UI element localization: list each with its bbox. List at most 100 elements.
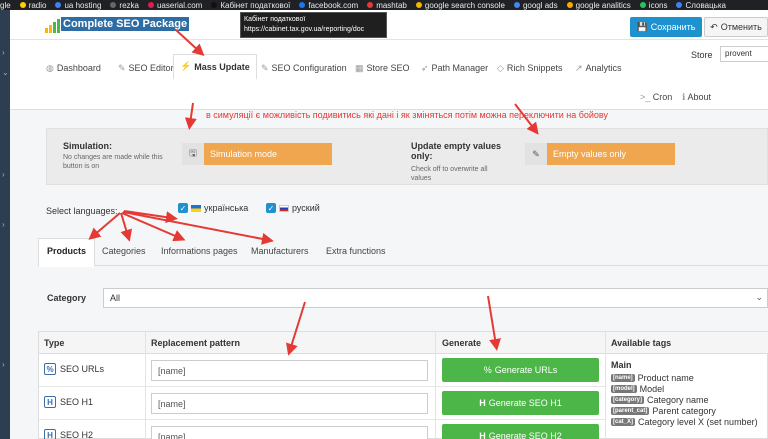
nav-mass-update[interactable]: ⚡ Mass Update [173, 54, 257, 80]
bookmarks-bar: gle radio ua hosting rezka uaserial.com Кабін… [0, 0, 768, 10]
tag-desc: Category level X (set number) [638, 416, 758, 427]
tag-line: [name] Product name [611, 372, 767, 383]
row-type: H SEO H2 [44, 429, 93, 439]
row-type: % SEO URLs [44, 363, 104, 375]
simulation-mode-button[interactable]: 🖫 Simulation mode [182, 143, 332, 165]
bookmark-label: facebook.com [308, 0, 359, 10]
empty-values-label: Update empty values only: [411, 141, 502, 161]
generate-urls-button[interactable]: % Generate URLs [442, 358, 599, 382]
sidebar-chevron-icon[interactable]: ⌄ [2, 68, 9, 77]
bookmark-icon [299, 2, 306, 8]
nav-path-manager[interactable]: ➶ Path Manager [421, 58, 488, 78]
nav-label: Mass Update [194, 61, 250, 72]
category-select[interactable]: All ⌄ [103, 288, 768, 308]
nav-label: Rich Snippets [506, 63, 563, 73]
bookmark-item[interactable]: ua hosting [55, 1, 101, 10]
pattern-input[interactable]: [name] [151, 360, 428, 381]
bookmark-label: Кабінет податкової [220, 0, 291, 10]
nav-seo-editor[interactable]: ✎ SEO Editor [118, 58, 174, 78]
percent-icon: % [44, 363, 56, 375]
bookmark-item[interactable]: icons [639, 0, 668, 10]
sidebar-chevron-icon[interactable]: › [2, 360, 5, 369]
tab-products[interactable]: Products [38, 238, 96, 267]
column-header: Generate [442, 338, 482, 348]
column-divider [605, 332, 606, 439]
nav-label: SEO Editor [128, 63, 174, 73]
tag-desc: Category name [647, 394, 709, 405]
tab-extra-functions[interactable]: Extra functions [326, 246, 386, 256]
bookmark-icon [513, 2, 520, 8]
bookmark-item[interactable]: Кабінет податкової [211, 1, 290, 10]
bookmark-item[interactable]: google search console [415, 1, 505, 10]
tag-badge: [name] [611, 373, 635, 382]
sidebar-chevron-icon[interactable]: › [2, 220, 5, 229]
column-header: Available tags [611, 338, 672, 348]
bookmark-label: gle [0, 0, 11, 10]
tab-information-pages[interactable]: Informations pages [161, 246, 238, 256]
browser-tooltip: Кабінет податкової https://cabinet.tax.g… [240, 12, 387, 38]
generate-h2-button[interactable]: H Generate SEO H2 [442, 424, 599, 439]
chevron-down-icon: ⌄ [755, 292, 763, 302]
nav-dashboard[interactable]: ◍ Dashboard [46, 58, 101, 78]
bookmark-item[interactable]: google analitics [566, 0, 631, 10]
language-name: руский [292, 203, 320, 213]
tag-line: [parent_cat] Parent category [611, 405, 767, 416]
sidebar-chevron-icon[interactable]: › [2, 170, 5, 179]
checkbox-icon: ✓ [178, 203, 188, 213]
flag-ru-icon [279, 204, 289, 212]
bookmark-item[interactable]: mashtab [367, 1, 407, 10]
bookmark-item[interactable]: rezka [110, 1, 139, 10]
heading-icon: H [479, 398, 486, 408]
bookmark-item[interactable]: Словацька [676, 1, 726, 10]
tags-group-title: Main [611, 360, 632, 370]
bookmark-icon [566, 2, 573, 8]
nav-label: Store SEO [366, 63, 410, 73]
tab-categories[interactable]: Categories [102, 246, 146, 256]
bookmark-label: google analitics [575, 0, 631, 10]
nav-cron[interactable]: >_ Cron [640, 92, 672, 102]
annotation-note: в симуляції є можливість подивитись які … [206, 110, 608, 120]
nav-label: Dashboard [56, 63, 101, 73]
nav-about[interactable]: ℹ About [682, 92, 711, 103]
bolt-icon: ⚡ [180, 61, 192, 71]
bookmark-icon [639, 2, 646, 8]
row-type: H SEO H1 [44, 396, 93, 408]
checkbox-icon: ✓ [266, 203, 276, 213]
empty-values-button[interactable]: ✎ Empty values only [525, 143, 675, 165]
tab-manufacturers[interactable]: Manufacturers [251, 246, 309, 256]
bookmark-label: ua hosting [64, 0, 102, 10]
nav-label: About [687, 92, 711, 102]
table-row: H SEO H2 [name] H Generate SEO H2 [39, 420, 605, 439]
generate-h1-button[interactable]: H Generate SEO H1 [442, 391, 599, 415]
tag-line: [cat_X] Category level X (set number) [611, 416, 767, 427]
category-value: All [110, 293, 121, 303]
sidebar-chevron-icon[interactable]: › [2, 48, 5, 57]
nav-store-seo[interactable]: ▦ Store SEO [355, 58, 410, 78]
simulation-sub: No changes are made while this button is… [63, 154, 163, 170]
save-label: Сохранить [650, 22, 696, 32]
bookmark-item[interactable]: uaserial.com [147, 1, 202, 10]
cancel-button[interactable]: ↶ Отменить [704, 17, 768, 37]
language-checkbox-ru[interactable]: ✓ руский [266, 203, 320, 213]
wrench-icon: ✎ [261, 62, 269, 73]
pattern-input[interactable]: [name] [151, 393, 428, 414]
pattern-input[interactable]: [name] [151, 426, 428, 439]
nav-rich-snippets[interactable]: ◇ Rich Snippets [497, 58, 562, 78]
language-checkbox-ua[interactable]: ✓ українська [178, 203, 248, 213]
tag-desc: Parent category [652, 405, 716, 416]
store-select[interactable]: provent ⌄ [720, 46, 768, 62]
tooltip-title: Кабінет податкової [244, 16, 306, 23]
bookmark-item[interactable]: gle [0, 1, 11, 10]
bookmark-item[interactable]: radio [19, 1, 46, 10]
tooltip-url: https://cabinet.tax.gov.ua/reporting/doc [244, 26, 365, 33]
empty-values-sub: Check off to overwrite all values [411, 166, 488, 182]
nav-seo-configuration[interactable]: ✎ SEO Configuration [261, 58, 347, 78]
bookmark-item[interactable]: googl ads [513, 1, 558, 10]
bookmark-label: icons [648, 0, 668, 10]
bookmark-icon [415, 2, 422, 8]
column-header: Replacement pattern [151, 338, 241, 348]
table-row: H SEO H1 [name] H Generate SEO H1 [39, 387, 605, 420]
nav-analytics[interactable]: ↗ Analytics [575, 58, 622, 78]
bookmark-item[interactable]: facebook.com [299, 1, 358, 10]
save-button[interactable]: 💾 Сохранить [630, 17, 702, 37]
